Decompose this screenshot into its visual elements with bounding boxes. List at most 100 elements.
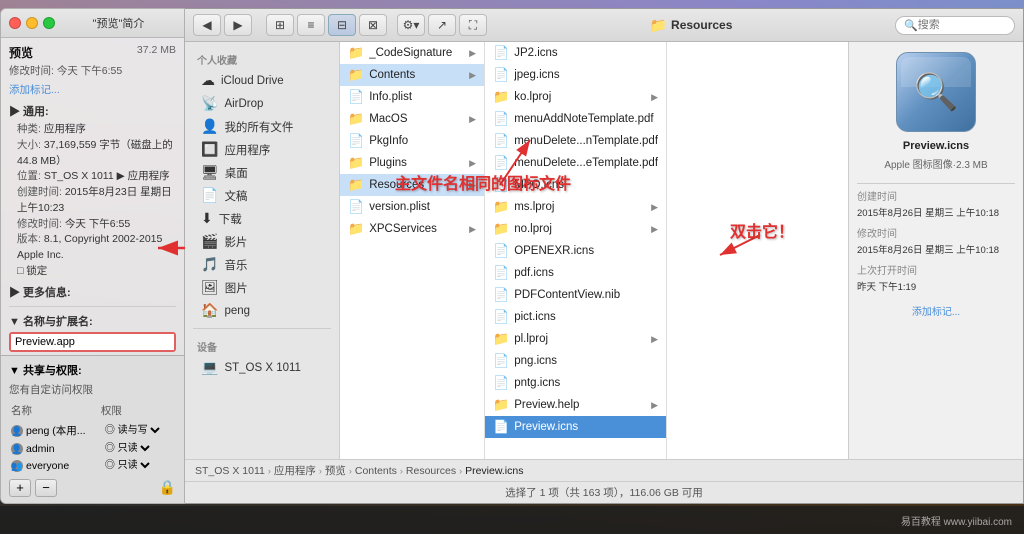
breadcrumb-item[interactable]: ST_OS X 1011: [195, 465, 265, 477]
sidebar-item-7[interactable]: 🎬 影片: [189, 230, 335, 253]
back-button[interactable]: ◀: [193, 14, 221, 36]
add-tag-link[interactable]: 添加标记...: [9, 82, 176, 97]
traffic-lights: [9, 17, 55, 29]
file-item[interactable]: 📁 Resources▶: [340, 174, 484, 196]
sidebar-item-4[interactable]: 🖥 桌面: [189, 161, 335, 184]
file-item[interactable]: 📄 Preview.icns: [485, 416, 666, 438]
modified-label: 修改时间: [857, 225, 902, 240]
sidebar-icon-4: 🖥: [201, 164, 219, 181]
view-icon-button[interactable]: ⊞: [266, 14, 294, 36]
perm-value-cell[interactable]: ◎ 只读: [101, 441, 174, 456]
search-box[interactable]: 🔍: [895, 16, 1015, 35]
file-item[interactable]: 📁 pl.lproj▶: [485, 328, 666, 350]
finder-statusbar: 选择了 1 项（共 163 项），116.06 GB 可用: [185, 481, 1023, 503]
forward-button[interactable]: ▶: [224, 14, 252, 36]
locked-checkbox[interactable]: □ 锁定: [17, 264, 176, 280]
perm-username: peng (本用...: [26, 423, 86, 438]
watermark: 易百教程 www.yiibai.com: [901, 513, 1012, 528]
name-input[interactable]: [11, 334, 174, 350]
add-user-button[interactable]: +: [9, 479, 31, 497]
file-item[interactable]: 📄 PDFContentView.nib: [485, 284, 666, 306]
file-item[interactable]: 📁 _CodeSignature▶: [340, 42, 484, 64]
perm-bottom-bar: + − 🔒: [9, 479, 176, 497]
sidebar-label-9: 图片: [225, 280, 248, 296]
preview-add-tag[interactable]: 添加标记...: [912, 303, 960, 318]
perm-value-cell[interactable]: ◎ 读与写: [101, 422, 174, 439]
sidebar-item-2[interactable]: 👤 我的所有文件: [189, 115, 335, 138]
view-column-button[interactable]: ⊟: [328, 14, 356, 36]
name-ext-toggle[interactable]: ▼ 名称与扩展名:: [9, 313, 176, 329]
file-item[interactable]: 📁 MacOS▶: [340, 108, 484, 130]
breadcrumb-separator: ›: [400, 466, 403, 476]
file-item[interactable]: 📄 pntg.icns: [485, 372, 666, 394]
perm-select[interactable]: ◎ 读与写: [101, 424, 163, 437]
general-section[interactable]: ▶ 通用:: [9, 103, 176, 119]
breadcrumb-item[interactable]: 应用程序: [274, 463, 316, 478]
close-button[interactable]: [9, 17, 21, 29]
chevron-right-icon: ▶: [651, 202, 658, 213]
share-button[interactable]: ↗: [428, 14, 456, 36]
view-coverflow-button[interactable]: ⊠: [359, 14, 387, 36]
minimize-button[interactable]: [26, 17, 38, 29]
file-name: pdf.icns: [514, 267, 658, 279]
arrange-button[interactable]: ⛶: [459, 14, 487, 36]
sidebar-item-1[interactable]: 📡 AirDrop: [189, 92, 335, 115]
last-opened-label: 上次打开时间: [857, 262, 917, 277]
folder-icon: 📁: [348, 45, 364, 61]
file-item[interactable]: 📄 version.plist: [340, 196, 484, 218]
file-item[interactable]: 📄 PkgInfo: [340, 130, 484, 152]
file-column-2: 📄 JP2.icns📄 jpeg.icns📁 ko.lproj▶📄 menuAd…: [485, 42, 667, 459]
name-input-wrapper: [9, 332, 176, 352]
sidebar-item-8[interactable]: 🎵 音乐: [189, 253, 335, 276]
file-item[interactable]: 📄 MPO.icns: [485, 174, 666, 196]
file-item[interactable]: 📁 XPCServices▶: [340, 218, 484, 240]
file-item[interactable]: 📄 png.icns: [485, 350, 666, 372]
file-item[interactable]: 📁 ko.lproj▶: [485, 86, 666, 108]
sidebar-icon-3: 🔲: [201, 141, 218, 158]
perm-select[interactable]: ◎ 只读: [101, 442, 153, 455]
view-list-button[interactable]: ≡: [297, 14, 325, 36]
sidebar-device-0[interactable]: 💻 ST_OS X 1011: [189, 356, 335, 379]
file-size: 37.2 MB: [137, 44, 176, 56]
file-item[interactable]: 📄 Info.plist: [340, 86, 484, 108]
perm-select[interactable]: ◎ 只读: [101, 459, 153, 472]
breadcrumb-item[interactable]: Contents: [355, 465, 397, 477]
finder-body: 个人收藏 ☁ iCloud Drive📡 AirDrop👤 我的所有文件🔲 应用…: [185, 42, 1023, 459]
file-item[interactable]: 📄 menuDelete...eTemplate.pdf: [485, 152, 666, 174]
action-button[interactable]: ⚙▾: [397, 14, 425, 36]
file-item[interactable]: 📄 menuDelete...nTemplate.pdf: [485, 130, 666, 152]
sidebar-item-3[interactable]: 🔲 应用程序: [189, 138, 335, 161]
breadcrumb-item[interactable]: 预览: [325, 463, 346, 478]
search-input[interactable]: [918, 19, 1006, 31]
file-item[interactable]: 📁 Contents▶: [340, 64, 484, 86]
file-item[interactable]: 📄 pict.icns: [485, 306, 666, 328]
sidebar-item-0[interactable]: ☁ iCloud Drive: [189, 69, 335, 92]
file-item[interactable]: 📄 jpeg.icns: [485, 64, 666, 86]
file-name: PDFContentView.nib: [514, 289, 658, 301]
sidebar-item-9[interactable]: 🖼 图片: [189, 276, 335, 299]
breadcrumb-separator: ›: [268, 466, 271, 476]
file-name: png.icns: [514, 355, 658, 367]
file-item[interactable]: 📁 no.lproj▶: [485, 218, 666, 240]
folder-icon: 📁: [493, 199, 509, 215]
sidebar-item-10[interactable]: 🏠 peng: [189, 299, 335, 322]
file-item[interactable]: 📁 ms.lproj▶: [485, 196, 666, 218]
sidebar-label-5: 文稿: [224, 188, 247, 204]
file-item[interactable]: 📄 menuAddNoteTemplate.pdf: [485, 108, 666, 130]
file-item[interactable]: 📁 Preview.help▶: [485, 394, 666, 416]
lock-icon[interactable]: 🔒: [159, 479, 176, 497]
info-panel-title: "预览"简介: [61, 15, 176, 31]
file-item[interactable]: 📄 OPENEXR.icns: [485, 240, 666, 262]
permissions-table: 名称 权限 👤 peng (本用... ◎ 读与写 👤 admi: [9, 401, 176, 475]
file-item[interactable]: 📁 Plugins▶: [340, 152, 484, 174]
sidebar-item-6[interactable]: ⬇ 下载: [189, 207, 335, 230]
file-item[interactable]: 📄 JP2.icns: [485, 42, 666, 64]
file-item[interactable]: 📄 pdf.icns: [485, 262, 666, 284]
file-icon: 📄: [493, 133, 509, 149]
remove-user-button[interactable]: −: [35, 479, 57, 497]
more-info-section[interactable]: ▶ 更多信息:: [9, 284, 176, 300]
sidebar-item-5[interactable]: 📄 文稿: [189, 184, 335, 207]
breadcrumb-item[interactable]: Resources: [406, 465, 456, 477]
maximize-button[interactable]: [43, 17, 55, 29]
perm-value-cell[interactable]: ◎ 只读: [101, 458, 174, 473]
